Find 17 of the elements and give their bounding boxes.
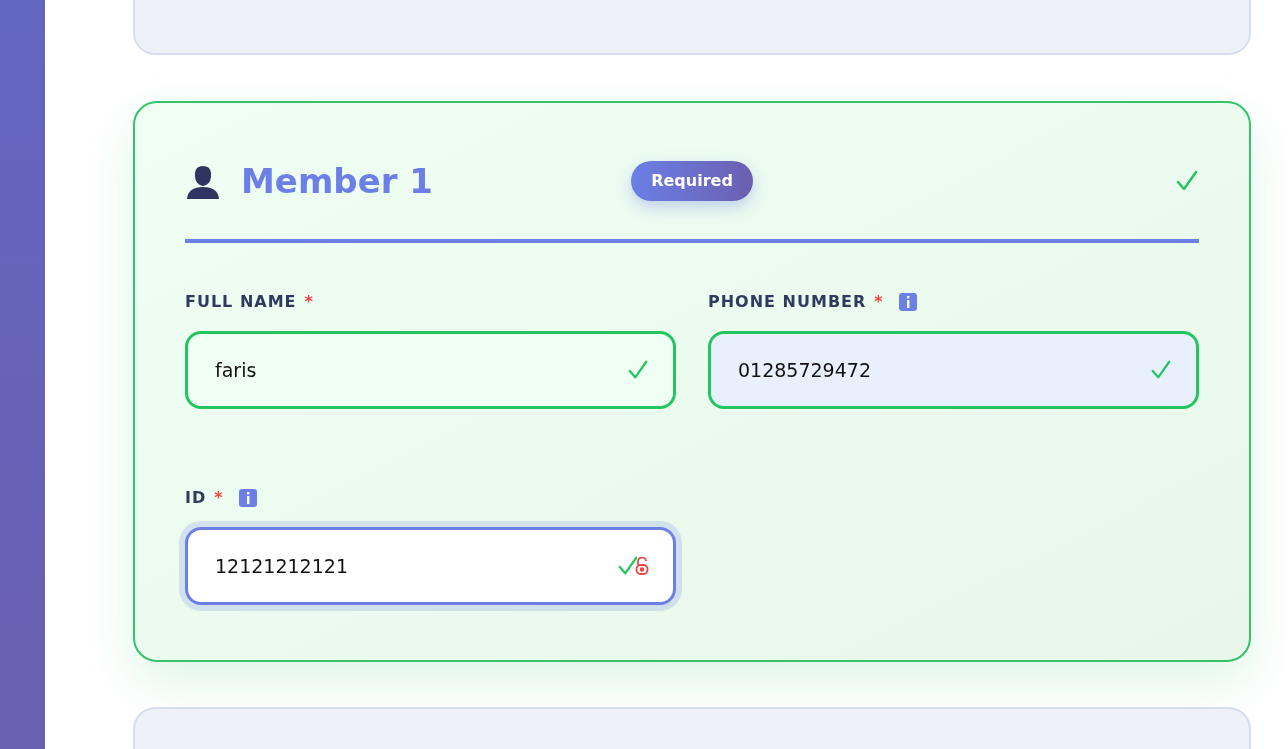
required-asterisk: *: [874, 291, 883, 313]
required-badge: Required: [631, 161, 753, 201]
required-asterisk: *: [304, 291, 313, 313]
text-field[interactable]: faris: [185, 331, 676, 409]
required-asterisk: *: [214, 487, 223, 509]
person-icon: [185, 163, 221, 199]
text-field[interactable]: 12121212121: [185, 527, 676, 605]
field-label: PHONE NUMBER: [708, 291, 867, 313]
field-label: ID: [185, 487, 207, 509]
member-title: Member 1: [241, 159, 433, 203]
info-icon[interactable]: [898, 293, 917, 311]
text-field[interactable]: 01285729472: [708, 331, 1199, 409]
info-icon[interactable]: [238, 489, 257, 507]
checkmark-icon: [617, 555, 639, 577]
checkmark-icon: [1150, 359, 1172, 381]
field-label: FULL NAME: [185, 291, 297, 313]
checkmark-icon: [627, 359, 649, 381]
